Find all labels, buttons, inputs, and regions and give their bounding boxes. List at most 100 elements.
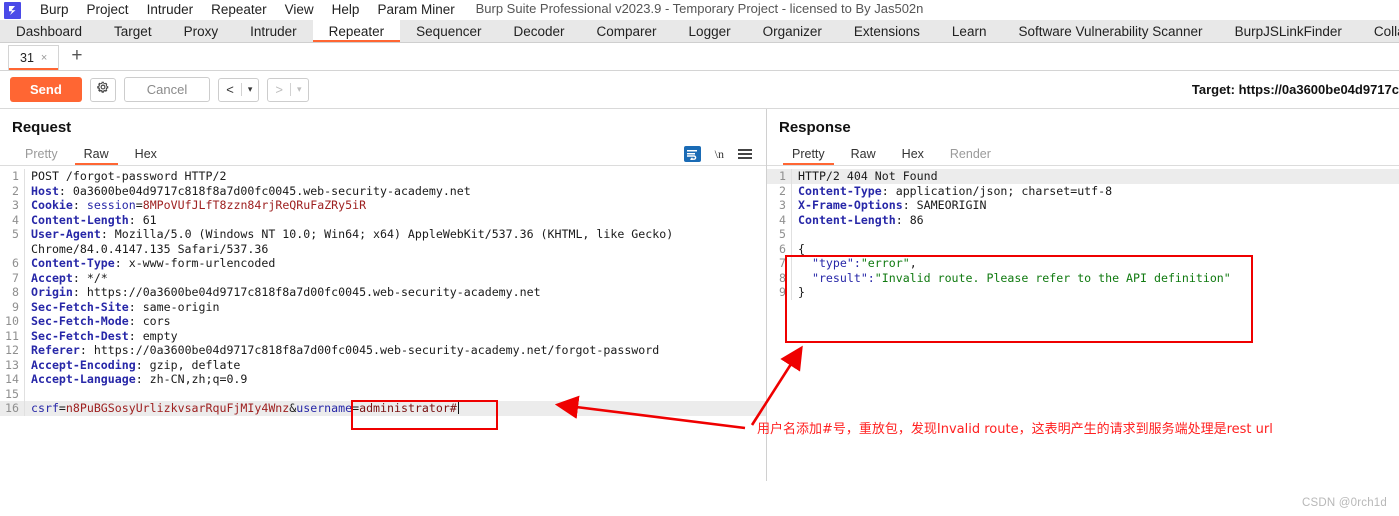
- response-editor[interactable]: 1 HTTP/2 404 Not Found 2 Content-Type: appl…: [767, 166, 1399, 300]
- newline-toggle-icon[interactable]: \n: [715, 147, 724, 162]
- tab-repeater[interactable]: Repeater: [312, 20, 401, 42]
- code-token: : x-www-form-urlencoded: [114, 256, 276, 270]
- menu-line: [738, 157, 752, 159]
- menu-item-param-miner[interactable]: Param Miner: [368, 0, 463, 20]
- window-title: Burp Suite Professional v2023.9 - Tempor…: [475, 1, 924, 16]
- menu-line: [738, 149, 752, 151]
- line-content: Accept: */*: [24, 270, 766, 285]
- close-icon[interactable]: ×: [41, 52, 47, 64]
- request-line: 8 Origin: https://0a3600be04d9717c818f8a7…: [0, 285, 766, 300]
- response-line: 8 "result":"Invalid route. Please refer …: [767, 270, 1399, 285]
- word-wrap-icon[interactable]: [683, 146, 701, 162]
- code-token: : 61: [128, 212, 157, 227]
- response-line: 5: [767, 227, 1399, 242]
- response-tab-raw[interactable]: Raw: [838, 142, 889, 165]
- menu-item-intruder[interactable]: Intruder: [138, 0, 203, 20]
- line-content: Sec-Fetch-Mode: cors: [24, 314, 766, 329]
- tab-logger[interactable]: Logger: [673, 20, 747, 42]
- code-token: session: [86, 198, 136, 212]
- line-content: Chrome/84.0.4147.135 Safari/537.36: [24, 241, 766, 256]
- line-number: 5: [779, 227, 786, 241]
- line-content: Origin: https://0a3600be04d9717c818f8a7d…: [24, 285, 766, 300]
- menu-item-burp[interactable]: Burp: [31, 0, 78, 20]
- text-cursor: [457, 402, 459, 414]
- next-request-button[interactable]: > ▾: [267, 77, 309, 102]
- chevron-right-icon: >: [275, 82, 283, 97]
- tab-intruder[interactable]: Intruder: [234, 20, 313, 42]
- request-tab-raw[interactable]: Raw: [71, 142, 122, 165]
- request-editor[interactable]: 1 POST /forgot-password HTTP/2 2 Host: 0a36…: [0, 166, 766, 416]
- menu-item-help[interactable]: Help: [323, 0, 369, 20]
- tab-learn[interactable]: Learn: [936, 20, 1003, 42]
- send-button[interactable]: Send: [10, 77, 82, 102]
- line-number: 1: [779, 169, 786, 183]
- tab-organizer[interactable]: Organizer: [747, 20, 838, 42]
- line-content: "type":"error",: [791, 256, 1399, 271]
- code-token: Sec-Fetch-Dest: [31, 328, 129, 343]
- code-token: User-Agent: [31, 227, 101, 241]
- code-token: : https://0a3600be04d9717c818f8a7d00fc00…: [72, 285, 541, 299]
- line-number: 9: [12, 299, 19, 314]
- menu-item-project[interactable]: Project: [78, 0, 138, 20]
- tab-target[interactable]: Target: [98, 20, 168, 42]
- line-content: "result":"Invalid route. Please refer to…: [791, 270, 1399, 285]
- code-token: "type":: [798, 256, 861, 270]
- cancel-button[interactable]: Cancel: [123, 77, 211, 102]
- response-tab-hex[interactable]: Hex: [889, 142, 937, 165]
- code-token: : SAMEORIGIN: [902, 198, 987, 212]
- code-token: {: [798, 241, 805, 256]
- request-line: 11 Sec-Fetch-Dest: empty: [0, 328, 766, 343]
- code-token: :: [72, 198, 87, 212]
- code-token: Referer: [31, 343, 80, 357]
- line-number: 8: [12, 285, 19, 299]
- code-token: : Mozilla/5.0 (Windows NT 10.0; Win64; x…: [100, 227, 674, 241]
- code-token: : https://0a3600be04d9717c818f8a7d00fc00…: [79, 343, 660, 357]
- tab-extensions[interactable]: Extensions: [838, 20, 936, 42]
- annotation-note: 用户名添加#号，重放包，发现Invalid route，这表明产生的请求到服务端…: [757, 422, 1273, 437]
- request-line: 6 Content-Type: x-www-form-urlencoded: [0, 256, 766, 271]
- code-token: "Invalid route. Please refer to the API …: [874, 270, 1231, 285]
- code-token: Content-Length: [31, 212, 129, 227]
- line-content: POST /forgot-password HTTP/2: [24, 169, 766, 184]
- line-number: 4: [779, 212, 786, 227]
- code-token: "error": [860, 256, 910, 270]
- menu-item-repeater[interactable]: Repeater: [202, 0, 276, 20]
- response-tab-render[interactable]: Render: [937, 142, 1004, 165]
- request-tab-pretty[interactable]: Pretty: [12, 142, 71, 165]
- line-number: 15: [5, 386, 19, 401]
- tab-software-vulnerability-scanner[interactable]: Software Vulnerability Scanner: [1002, 20, 1218, 42]
- tab-burpjslinkfinder[interactable]: BurpJSLinkFinder: [1219, 20, 1358, 42]
- line-number: 7: [779, 256, 786, 270]
- code-token: : cors: [128, 314, 171, 328]
- tab-dashboard[interactable]: Dashboard: [0, 20, 98, 42]
- tab-comparer[interactable]: Comparer: [581, 20, 673, 42]
- line-content: Content-Type: application/json; charset=…: [791, 183, 1399, 198]
- tab-sequencer[interactable]: Sequencer: [400, 20, 497, 42]
- chevron-down-icon: ▾: [296, 84, 302, 94]
- menu-item-view[interactable]: View: [276, 0, 323, 20]
- menu-icon[interactable]: [738, 149, 752, 159]
- response-tab-pretty[interactable]: Pretty: [779, 142, 838, 165]
- response-line: 7 "type":"error",: [767, 256, 1399, 271]
- gear-icon: [96, 80, 110, 99]
- prev-request-button[interactable]: < ▾: [218, 77, 260, 102]
- code-token: Content-Type: [31, 256, 115, 270]
- line-number: 5: [12, 227, 19, 241]
- repeater-tab-31[interactable]: 31 ×: [8, 45, 60, 70]
- request-line: 14 Accept-Language: zh-CN,zh;q=0.9: [0, 372, 766, 387]
- add-tab-button[interactable]: +: [59, 43, 94, 70]
- request-title: Request: [12, 119, 72, 136]
- line-number: 6: [779, 241, 786, 256]
- line-content: Referer: https://0a3600be04d9717c818f8a7…: [24, 343, 766, 358]
- tab-proxy[interactable]: Proxy: [168, 20, 235, 42]
- request-line: 1 POST /forgot-password HTTP/2: [0, 169, 766, 184]
- tab-decoder[interactable]: Decoder: [497, 20, 580, 42]
- line-number: 4: [12, 212, 19, 227]
- line-number: 9: [779, 285, 786, 299]
- request-tab-hex[interactable]: Hex: [122, 142, 170, 165]
- code-token: Sec-Fetch-Site: [31, 299, 129, 314]
- settings-button[interactable]: [89, 77, 116, 102]
- line-content: Content-Type: x-www-form-urlencoded: [24, 256, 766, 271]
- code-token: : 86: [895, 212, 924, 227]
- tab-collaborator[interactable]: Collaborator: [1358, 20, 1399, 42]
